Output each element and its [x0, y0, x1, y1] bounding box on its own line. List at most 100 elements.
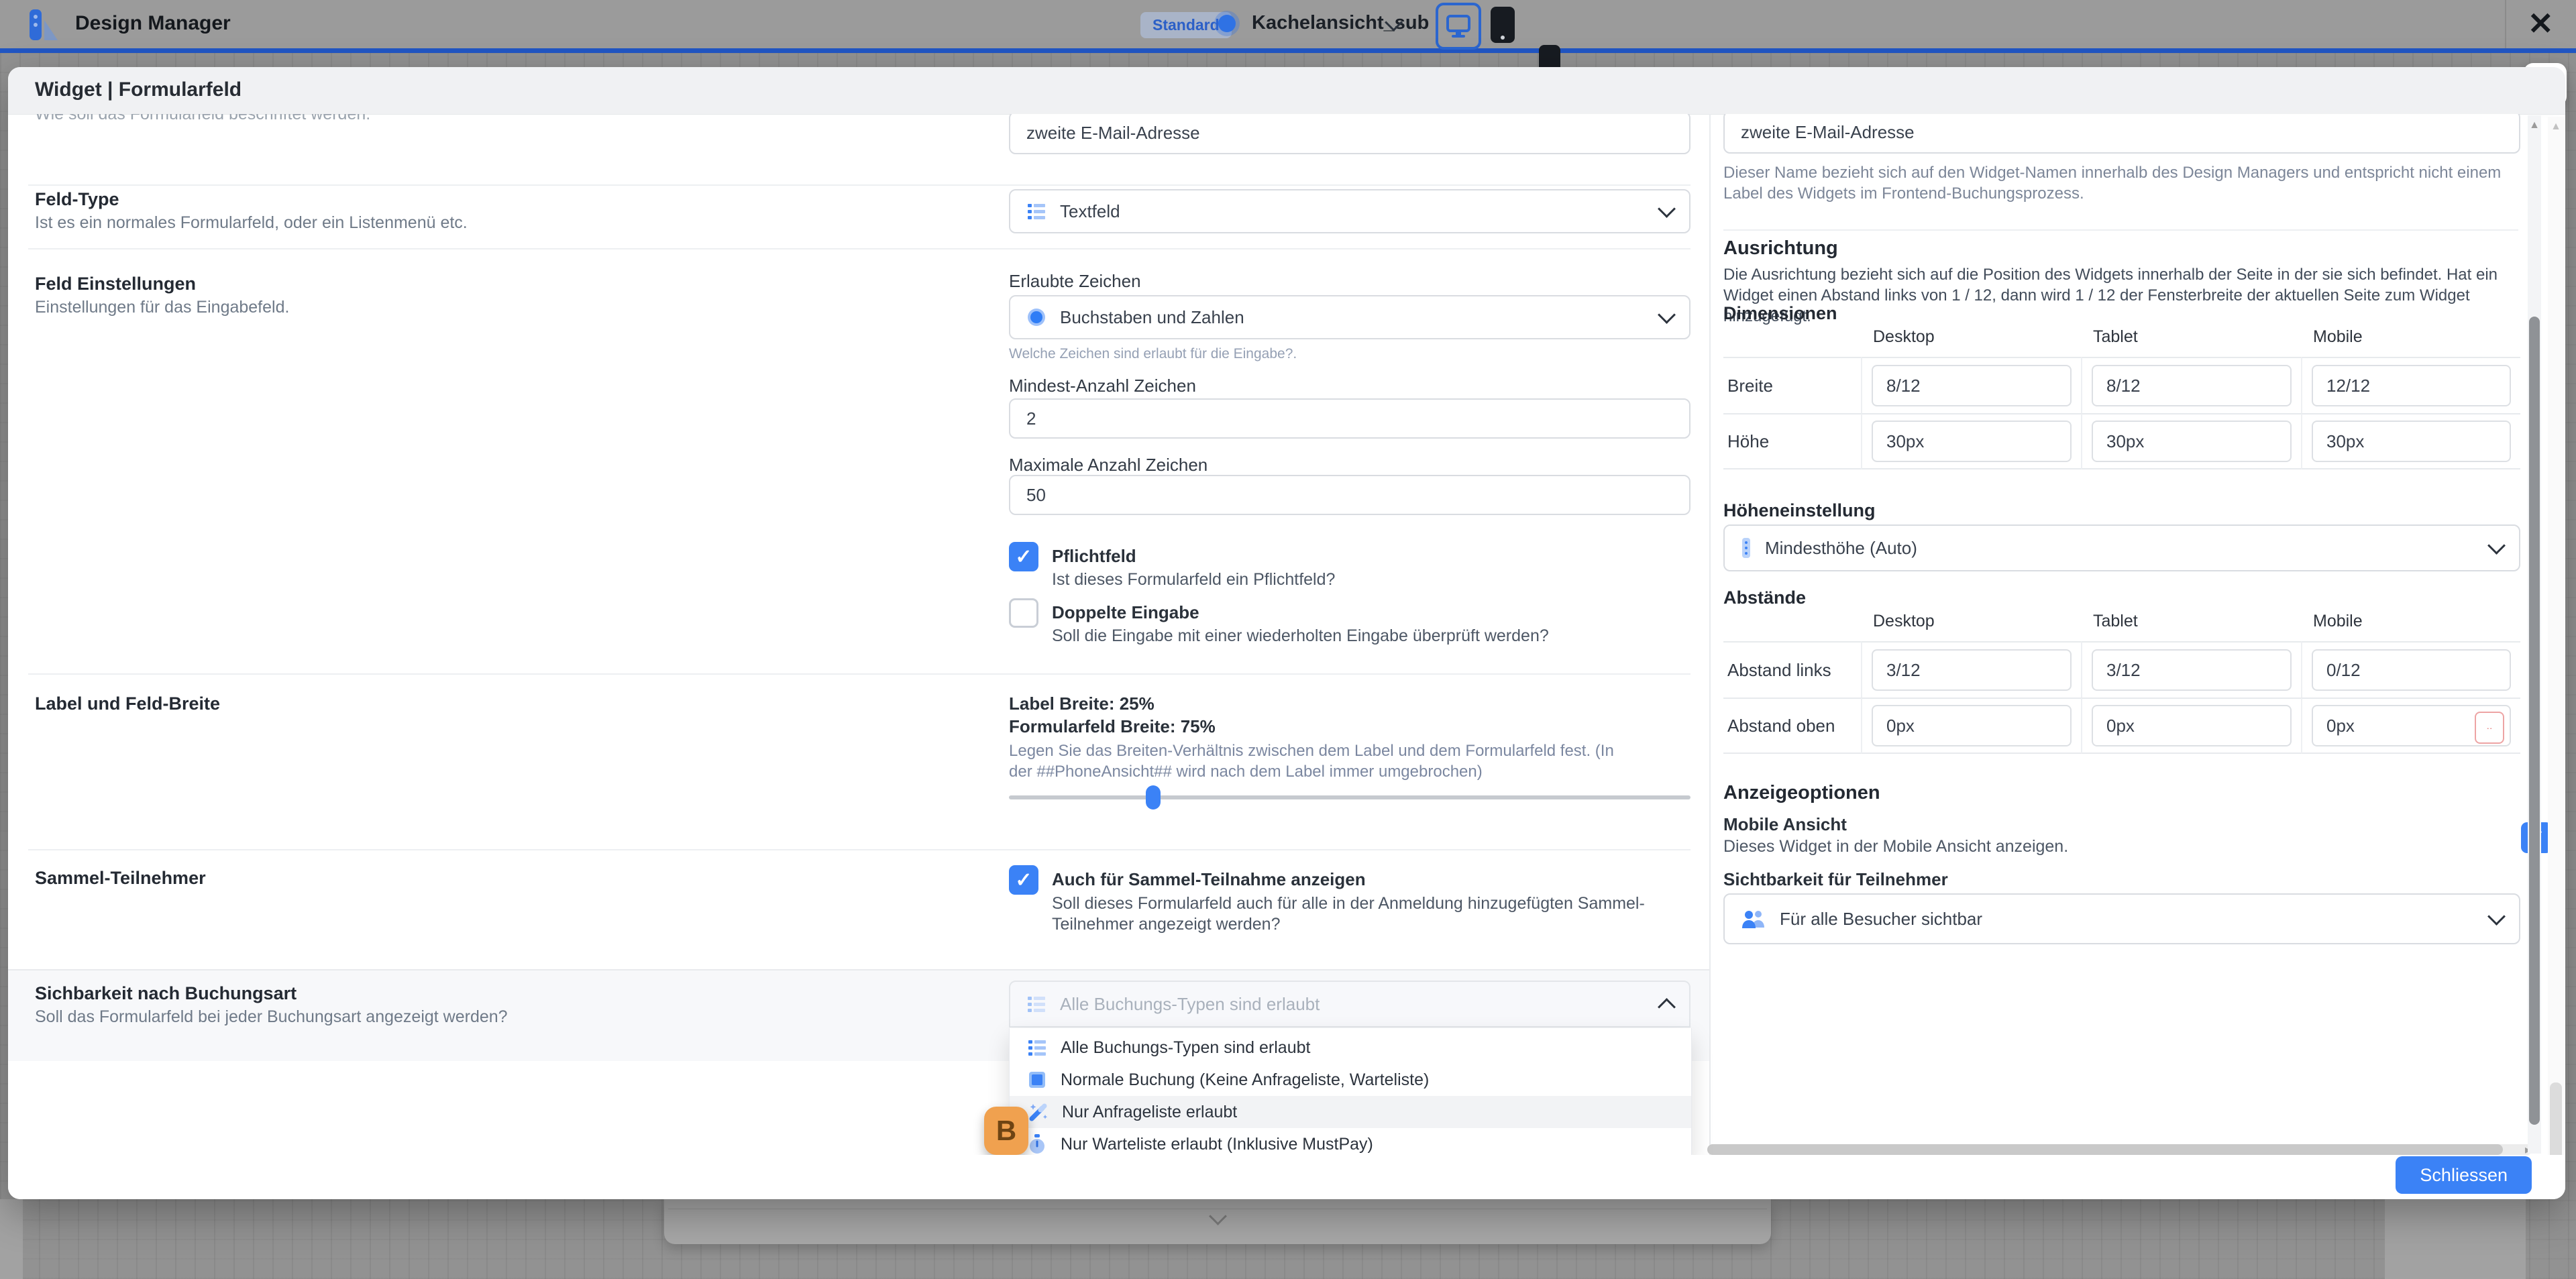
widget-name-input-right[interactable]: zweite E-Mail-Adresse [1723, 114, 2520, 154]
outer-vertical-scrollbar[interactable]: ▲ ▼ [2548, 117, 2564, 1192]
field-label-question-clipped: Wie soll das Formularfeld beschriftet we… [35, 114, 370, 124]
breite-tablet-input[interactable]: 8/12 [2092, 365, 2292, 406]
inner-vertical-scrollbar[interactable]: ▲ [2528, 115, 2541, 1154]
chevron-down-icon [1658, 200, 1676, 218]
scroll-up-icon[interactable]: ▲ [2529, 119, 2540, 131]
outer-scrollbar-thumb[interactable] [2550, 1082, 2562, 1163]
widget-name-value: zweite E-Mail-Adresse [1741, 122, 1915, 143]
divider [1723, 229, 2518, 231]
hoeheneinstellung-select[interactable]: Mindesthöhe (Auto) [1723, 524, 2520, 571]
menu-option-nur-warteliste[interactable]: Nur Warteliste erlaubt (Inklusive MustPa… [1010, 1128, 1691, 1155]
menu-option-alle-typen[interactable]: Alle Buchungs-Typen sind erlaubt [1010, 1032, 1691, 1064]
abstand-oben-desktop-input[interactable]: 0px [1872, 705, 2072, 746]
slider-thumb[interactable] [1146, 785, 1161, 810]
menu-option-normale-buchung[interactable]: Normale Buchung (Keine Anfrageliste, War… [1010, 1064, 1691, 1096]
modal-header: Widget | Formularfeld [8, 67, 2565, 115]
doppelte-eingabe-sub: Soll die Eingabe mit einer wiederholten … [1052, 626, 1549, 646]
widget-name-input[interactable]: zweite E-Mail-Adresse [1009, 114, 1690, 154]
label-breite-value: Label Breite: 25% [1009, 693, 1155, 714]
sichtbarkeit-select[interactable]: Für alle Besucher sichtbar [1723, 893, 2520, 944]
scroll-up-icon[interactable]: ▲ [2551, 121, 2561, 133]
top-bar: Design Manager Standard Kachelansicht_su… [0, 0, 2576, 53]
sammel-checkbox[interactable]: ✓ [1009, 865, 1038, 895]
cell-value: 3/12 [2106, 660, 2141, 681]
inner-scrollbar-thumb[interactable] [2529, 317, 2540, 1125]
close-button[interactable]: Schliessen [2396, 1156, 2532, 1194]
breite-desktop-input[interactable]: 8/12 [1872, 365, 2072, 406]
buchungsart-menu: Alle Buchungs-Typen sind erlaubt Normale… [1009, 1028, 1692, 1155]
erlaubte-zeichen-label: Erlaubte Zeichen [1009, 271, 1141, 292]
buchungsart-select[interactable]: Alle Buchungs-Typen sind erlaubt [1009, 981, 1690, 1027]
breite-mobile-input[interactable]: 12/12 [2312, 365, 2511, 406]
annotation-badge-b: B [984, 1107, 1028, 1155]
layout-status-dot [1218, 15, 1236, 32]
sammel-teilnehmer-label: Sammel-Teilnehmer [35, 868, 206, 889]
buchungsart-sub: Soll das Formularfeld bei jeder Buchungs… [35, 1007, 508, 1027]
chevron-down-icon [2487, 907, 2506, 926]
col-header: Desktop [1861, 612, 2081, 641]
canvas-left-strip [0, 1199, 23, 1279]
option-label: Nur Anfrageliste erlaubt [1062, 1103, 1237, 1122]
layout-selector[interactable]: Kachelansicht_sub [1252, 12, 1429, 34]
abstand-links-desktop-input[interactable]: 3/12 [1872, 649, 2072, 691]
option-label: Alle Buchungs-Typen sind erlaubt [1061, 1038, 1310, 1058]
abstand-oben-tablet-input[interactable]: 0px [2092, 705, 2292, 746]
feld-type-label: Feld-Type [35, 189, 119, 210]
table-cell: 0/12 [2301, 641, 2520, 698]
extension-marker-icon: ·· [2475, 712, 2504, 744]
doppelte-eingabe-checkbox[interactable] [1009, 598, 1038, 628]
col-header: Desktop [1861, 327, 2081, 357]
abstand-links-mobile-input[interactable]: 0/12 [2312, 649, 2511, 691]
feld-type-sub: Ist es ein normales Formularfeld, oder e… [35, 213, 468, 233]
app-logo-icon [28, 8, 67, 42]
close-designer-icon[interactable]: ✕ [2528, 8, 2554, 39]
divider [28, 673, 1690, 675]
table-cell: 3/12 [1861, 641, 2081, 698]
table-cell: 8/12 [1861, 357, 2081, 413]
table-cell: 0px [1861, 698, 2081, 754]
cell-value: 0px [2106, 716, 2135, 736]
dimensionen-table: Desktop Tablet Mobile Breite 8/12 8/12 1… [1723, 327, 2520, 469]
magic-wand-icon [1027, 1101, 1049, 1123]
monitor-icon [1446, 15, 1470, 38]
settings-column-right: zweite E-Mail-Adresse Dieser Name bezieh… [1711, 114, 2545, 1155]
check-icon: ✓ [1015, 545, 1032, 569]
modal-title: Widget | Formularfeld [35, 78, 241, 101]
formularfeld-breite-value: Formularfeld Breite: 75% [1009, 716, 1216, 737]
buchungsart-label: Sichbarkeit nach Buchungsart [35, 983, 297, 1004]
pflichtfeld-checkbox[interactable]: ✓ [1009, 542, 1038, 571]
erlaubte-zeichen-select[interactable]: Buchstaben und Zahlen [1009, 295, 1690, 339]
hoeheneinstellung-label: Höheneinstellung [1723, 500, 1876, 521]
erlaubte-zeichen-help: Welche Zeichen sind erlaubt für die Eing… [1009, 346, 1297, 362]
ausrichtung-title: Ausrichtung [1723, 237, 1838, 260]
desktop-view-button[interactable] [1436, 3, 1481, 50]
max-zeichen-label: Maximale Anzahl Zeichen [1009, 455, 1208, 476]
cell-value: 30px [2106, 431, 2144, 452]
hoehe-tablet-input[interactable]: 30px [2092, 421, 2292, 462]
horizontal-scrollbar-thumb[interactable] [1707, 1144, 2503, 1155]
col-header: Mobile [2301, 327, 2520, 357]
breite-slider[interactable] [1009, 795, 1690, 799]
feld-einstellungen-sub: Einstellungen für das Eingabefeld. [35, 298, 289, 317]
horizontal-scrollbar[interactable]: ▸ [1707, 1144, 2532, 1155]
widget-name-help: Dieser Name bezieht sich auf den Widget-… [1723, 162, 2515, 204]
breite-help: Legen Sie das Breiten-Verhältnis zwische… [1009, 740, 1633, 782]
hoehe-mobile-input[interactable]: 30px [2312, 421, 2511, 462]
abstand-oben-mobile-input[interactable]: 0px ·· [2312, 705, 2511, 746]
feld-type-select[interactable]: Textfeld [1009, 189, 1690, 233]
dimensionen-title: Dimensionen [1723, 303, 1837, 324]
hoeheneinstellung-value: Mindesthöhe (Auto) [1765, 538, 2477, 559]
table-cell: 30px [2301, 413, 2520, 469]
hoehe-desktop-input[interactable]: 30px [1872, 421, 2072, 462]
menu-option-nur-anfrageliste[interactable]: Nur Anfrageliste erlaubt [1010, 1096, 1691, 1128]
pflichtfeld-label: Pflichtfeld [1052, 546, 1136, 567]
corner-cell [1723, 327, 1861, 357]
min-zeichen-input[interactable]: 2 [1009, 398, 1690, 439]
abstand-links-tablet-input[interactable]: 3/12 [2092, 649, 2292, 691]
check-icon: ✓ [1015, 869, 1032, 892]
tablet-view-button[interactable] [1491, 7, 1515, 43]
max-zeichen-input[interactable]: 50 [1009, 475, 1690, 515]
option-label: Normale Buchung (Keine Anfrageliste, War… [1061, 1070, 1429, 1090]
corner-cell [1723, 612, 1861, 641]
cell-value: 8/12 [2106, 376, 2141, 396]
